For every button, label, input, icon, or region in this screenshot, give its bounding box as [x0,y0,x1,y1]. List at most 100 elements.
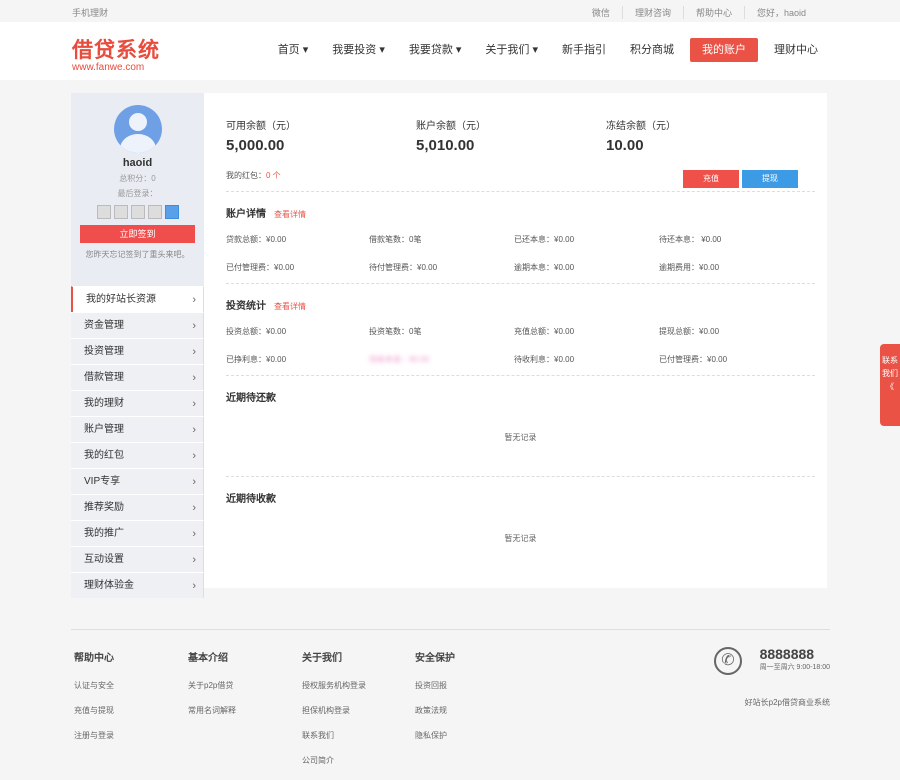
consult-link[interactable]: 理财咨询 [622,6,683,19]
lock-icon[interactable] [148,205,162,219]
email-verify-icon[interactable] [131,205,145,219]
points: 总积分：0 [71,173,204,184]
sidebar-menu: 我的好站长资源 资金管理 投资管理 借款管理 我的理财 账户管理 我的红包 VI… [71,286,204,598]
stat-item: 投资总额：¥0.00 [226,326,369,337]
footer-col-about: 关于我们 授权服务机构登录 担保机构登录 联系我们 公司简介 [302,649,366,780]
footer-col-security: 安全保护 投资回报 政策法规 隐私保护 [415,649,455,755]
sidebar-item[interactable]: 投资管理 [71,338,204,364]
balance-label: 账户余额（元） [416,117,606,132]
phone-icon: ✆ [714,647,742,675]
balance-label: 冻结余额（元） [606,117,796,132]
stat-item: 已还本息：¥0.00 [514,234,659,245]
footer-col-help: 帮助中心 认证与安全 充值与提现 注册与登录 [74,649,114,755]
view-details-link[interactable]: 查看详情 [274,210,306,219]
nav-loan[interactable]: 我要贷款 ▾ [397,38,474,62]
avatar[interactable] [114,105,162,153]
sidebar-item[interactable]: 资金管理 [71,312,204,338]
footer-link[interactable]: 联系我们 [302,730,366,741]
stat-item: 贷款总额：¥0.00 [226,234,369,245]
stat-item: 逾期本息：¥0.00 [514,262,659,273]
stat-item: 已付管理费：¥0.00 [226,262,369,273]
nav-mall[interactable]: 积分商城 [618,38,686,62]
empty-state: 暂无记录 [226,533,815,567]
nav-finance-center[interactable]: 理财中心 [762,38,830,62]
footer-link[interactable]: 授权服务机构登录 [302,680,366,691]
footer-link[interactable]: 关于p2p借贷 [188,680,236,691]
balance-value: 5,000.00 [226,137,416,154]
profile-card: haoid 总积分：0 最后登录： 立即签到 您昨天忘记签到了重头来吧。 [71,93,204,286]
gear-icon[interactable] [165,205,179,219]
footer-link[interactable]: 隐私保护 [415,730,455,741]
service-hours: 周一至周六 9:00-18:00 [760,662,830,672]
user-greeting[interactable]: 您好，haoid [744,6,818,19]
stat-item: 待收本金：¥0.00 [369,354,514,365]
footer-link[interactable]: 常用名词解释 [188,705,236,716]
footer-col-intro: 基本介绍 关于p2p借贷 常用名词解释 [188,649,236,730]
logo[interactable]: 借贷系统 www.fanwe.com [72,34,160,73]
balance-value: 10.00 [606,137,796,154]
username: haoid [71,157,204,169]
footer-brand: 好站长p2p借贷商业系统 [745,697,830,708]
nav-my-account[interactable]: 我的账户 [690,38,758,62]
sidebar: haoid 总积分：0 最后登录： 立即签到 您昨天忘记签到了重头来吧。 我的好… [71,93,204,597]
account-balance: 账户余额（元）5,010.00 [416,117,606,154]
sidebar-item[interactable]: 我的推广 [71,520,204,546]
contact-us-tab[interactable]: 联系我们 《 [880,344,900,426]
stat-item: 充值总额：¥0.00 [514,326,659,337]
sign-in-button[interactable]: 立即签到 [80,225,195,243]
mobile-finance-link[interactable]: 手机理财 [72,6,108,19]
nav-guide[interactable]: 新手指引 [550,38,618,62]
sidebar-item[interactable]: 借款管理 [71,364,204,390]
empty-state: 暂无记录 [226,432,815,466]
nav-about[interactable]: 关于我们 ▾ [473,38,550,62]
recharge-button[interactable]: 充值 [683,170,739,188]
phone-verify-icon[interactable] [114,205,128,219]
section-title: 近期待还款 [226,393,276,404]
section-title: 近期待收款 [226,494,276,505]
stat-item: 已付管理费：¥0.00 [659,354,804,365]
stat-item: 待还本息： ¥0.00 [659,234,804,245]
footer-link[interactable]: 公司简介 [302,755,366,766]
stat-item: 借款笔数：0笔 [369,234,514,245]
sidebar-item[interactable]: 账户管理 [71,416,204,442]
footer-link[interactable]: 注册与登录 [74,730,114,741]
stat-item: 待收利息：¥0.00 [514,354,659,365]
sidebar-item[interactable]: 我的理财 [71,390,204,416]
footer-heading: 帮助中心 [74,649,114,664]
sign-tip: 您昨天忘记签到了重头来吧。 [71,249,204,260]
nav-invest[interactable]: 我要投资 ▾ [320,38,397,62]
sidebar-item[interactable]: 互动设置 [71,546,204,572]
red-packet-count[interactable]: 0 个 [266,171,281,180]
footer-link[interactable]: 担保机构登录 [302,705,366,716]
withdraw-button[interactable]: 提现 [742,170,798,188]
footer-link[interactable]: 政策法规 [415,705,455,716]
sidebar-item[interactable]: 推荐奖励 [71,494,204,520]
last-login: 最后登录： [71,188,204,199]
top-bar: 手机理财 微信 理财咨询 帮助中心 您好，haoid [0,0,900,22]
id-verify-icon[interactable] [97,205,111,219]
nav-home[interactable]: 首页 ▾ [266,38,321,62]
upcoming-receivables: 近期待收款 暂无记录 [226,476,815,567]
footer-link[interactable]: 投资回报 [415,680,455,691]
account-overview: 可用余额（元）5,000.00 账户余额（元）5,010.00 冻结余额（元） 1… [204,93,827,588]
logo-text: 借贷系统 [72,34,160,64]
footer-heading: 关于我们 [302,649,366,664]
header: 借贷系统 www.fanwe.com 首页 ▾ 我要投资 ▾ 我要贷款 ▾ 关于… [0,22,900,80]
investment-stats: 投资统计查看详情 投资总额：¥0.00 投资笔数：0笔 充值总额：¥0.00 提… [226,283,815,365]
footer-link[interactable]: 充值与提现 [74,705,114,716]
sidebar-item[interactable]: 理财体验金 [71,572,204,598]
stat-item: 逾期费用：¥0.00 [659,262,804,273]
sidebar-item[interactable]: 我的红包 [71,442,204,468]
sidebar-item[interactable]: VIP专享 [71,468,204,494]
wechat-link[interactable]: 微信 [580,6,622,19]
upcoming-repayments: 近期待还款 暂无记录 [226,375,815,466]
footer-heading: 安全保护 [415,649,455,664]
stat-item: 提现总额：¥0.00 [659,326,804,337]
stat-item: 投资笔数：0笔 [369,326,514,337]
footer-link[interactable]: 认证与安全 [74,680,114,691]
help-link[interactable]: 帮助中心 [683,6,744,19]
footer-heading: 基本介绍 [188,649,236,664]
available-balance: 可用余额（元）5,000.00 [226,117,416,154]
view-details-link[interactable]: 查看详情 [274,302,306,311]
sidebar-item[interactable]: 我的好站长资源 [71,286,204,312]
